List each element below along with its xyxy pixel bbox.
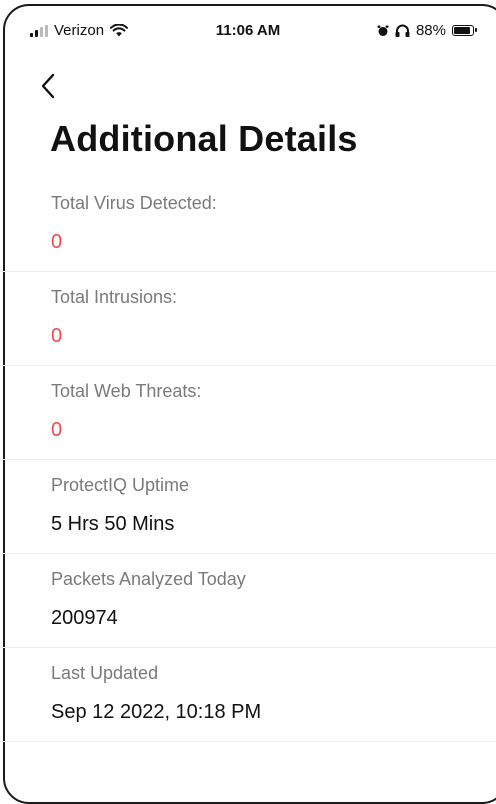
battery-percent: 88% — [415, 22, 446, 39]
battery-icon — [452, 25, 477, 36]
detail-row: Last Updated Sep 12 2022, 10:18 PM — [0, 648, 496, 742]
detail-row: Packets Analyzed Today 200974 — [0, 554, 496, 648]
back-button[interactable] — [40, 68, 76, 104]
status-bar-right: 88% — [377, 22, 477, 39]
detail-row: Total Intrusions: 0 — [0, 272, 496, 366]
detail-value: 0 — [51, 419, 63, 441]
detail-value: 5 Hrs 50 Mins — [51, 513, 175, 535]
headphones-icon — [395, 24, 410, 37]
detail-label: Packets Analyzed Today — [51, 569, 246, 589]
details-list: Total Virus Detected: 0 Total Intrusions: 0… — [0, 178, 496, 742]
detail-value: 0 — [51, 231, 63, 253]
detail-value: Sep 12 2022, 10:18 PM — [51, 701, 262, 723]
battery-fill — [454, 27, 470, 34]
detail-label: Total Virus Detected: — [51, 193, 217, 213]
detail-value: 0 — [51, 325, 63, 347]
detail-label: Last Updated — [51, 663, 159, 683]
detail-row: Total Web Threats: 0 — [0, 366, 496, 460]
detail-label: Total Web Threats: — [51, 381, 202, 401]
detail-label: ProtectIQ Uptime — [51, 475, 190, 495]
page-title: Additional Details — [50, 118, 358, 159]
chevron-left-icon — [41, 73, 55, 99]
detail-row: ProtectIQ Uptime 5 Hrs 50 Mins — [0, 460, 496, 554]
detail-value: 200974 — [51, 607, 118, 629]
status-bar: Verizon 11:06 AM 88% — [0, 0, 496, 62]
alarm-icon — [377, 25, 389, 36]
detail-row: Total Virus Detected: 0 — [0, 178, 496, 272]
detail-label: Total Intrusions: — [51, 287, 178, 307]
